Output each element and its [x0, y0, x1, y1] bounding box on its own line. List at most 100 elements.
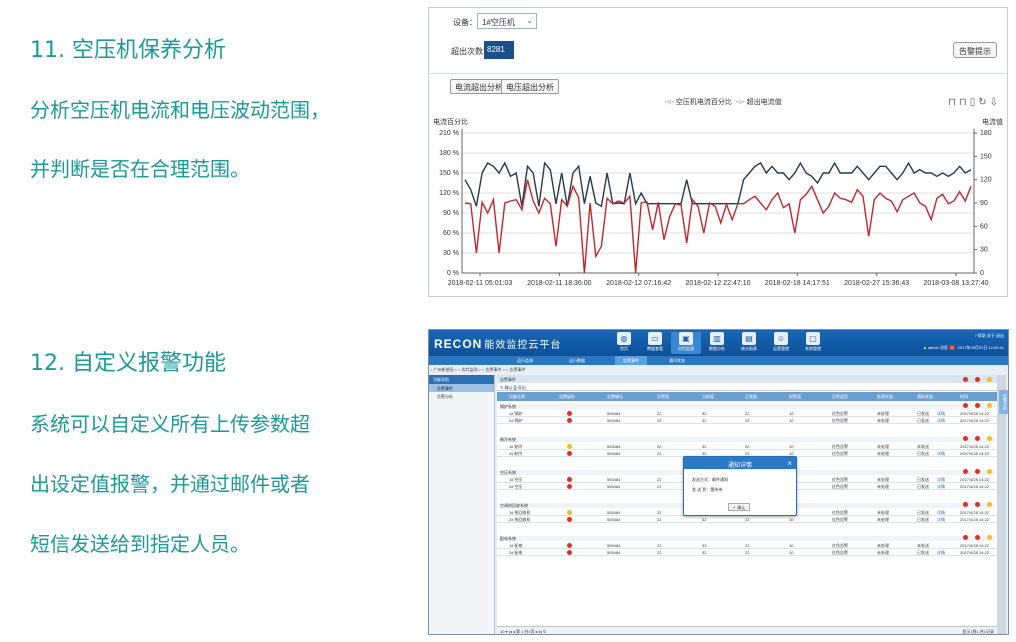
- alarm-analysis-side-tab[interactable]: 告警分析: [999, 390, 1008, 414]
- subnav-tab-0[interactable]: 运行监测: [517, 358, 533, 364]
- cell-b: 32: [702, 517, 707, 522]
- vertical-scrollbar[interactable]: [997, 375, 1006, 634]
- user-info[interactable]: ▲ admin 消息: [923, 345, 948, 350]
- cell-b: 33: [702, 543, 707, 548]
- cell-state: 未处理: [877, 451, 889, 456]
- cell-code: 555484: [607, 451, 621, 456]
- cell-device: 2# 配电: [509, 550, 523, 555]
- cell-d: 10: [789, 444, 794, 449]
- section-12-line-2: 出设定值报警，并通过邮件或者: [30, 472, 310, 496]
- table-toolbar[interactable]: ✎ 确认 ⎙ 导出: [497, 383, 997, 391]
- column-header[interactable]: 告警类型: [832, 394, 848, 400]
- nav-item-0[interactable]: ◍ 首页: [609, 332, 639, 354]
- logo-subtitle: 能效监控云平台: [484, 340, 562, 351]
- nav-item-4[interactable]: ▤ 统计报表: [734, 332, 764, 354]
- cell-c: 22: [745, 444, 750, 449]
- cell-type: 红色告警: [832, 451, 848, 456]
- column-header[interactable]: 当前值: [702, 394, 714, 400]
- detail-link[interactable]: 详情: [937, 517, 945, 523]
- x-tick-label: 2018-02-12 07:16:42: [606, 280, 671, 287]
- column-header[interactable]: 正常值: [745, 394, 757, 400]
- app-header: RECON 能效监控云平台 ◍ 首页 ▭ 数据查看 ▣ 实时监测 ▥ 数据分析 ▤ 统计报表 ☺ 运营管…: [429, 330, 1008, 356]
- nav-item-3[interactable]: ▥ 数据分析: [702, 332, 732, 354]
- column-header[interactable]: 告警编号: [607, 394, 623, 400]
- cell-notify: 已发送: [917, 517, 929, 522]
- nav-item-5[interactable]: ☺ 运营管理: [766, 332, 796, 354]
- cell-device: 2# 制冷: [509, 451, 523, 456]
- alarm-level-indicator: [567, 418, 572, 423]
- group-status-indicator: [987, 436, 992, 441]
- series-line-exceed-current: [464, 161, 972, 208]
- table-row[interactable]: 2# 锅炉 555484 22 32 22 10 红色告警 未处理 已发送 2017/4/28 1…: [497, 417, 997, 424]
- monitor-icon: ▭: [648, 332, 662, 345]
- detail-link[interactable]: 详情: [937, 484, 945, 490]
- logo-text: RECON: [434, 337, 483, 351]
- subnav-tab-3[interactable]: 通讯状态: [669, 358, 685, 364]
- table-row[interactable]: 2# 热回收机 555484 22 32 22 10 红色告警 未处理 已发送 2017/4/28…: [497, 516, 997, 523]
- modal-ok-button[interactable]: ✔ 确认: [728, 503, 750, 511]
- screen-icon: ▣: [679, 332, 693, 345]
- cell-device: 2# 空压: [509, 484, 523, 489]
- x-tick-label: 2018-02-18 14:17:51: [765, 280, 830, 287]
- column-header[interactable]: 设备名称: [509, 394, 525, 400]
- y-left-tick-label: 30 %: [443, 250, 459, 257]
- detail-link[interactable]: 详情: [937, 418, 945, 424]
- y-left-tick-label: 90 %: [443, 210, 459, 217]
- nav-item-1[interactable]: ▭ 数据查看: [640, 332, 670, 354]
- bar-chart-icon: ▥: [710, 332, 724, 345]
- sidebar-item-alarm-events[interactable]: 告警事件: [429, 384, 494, 392]
- alarm-level-indicator: [567, 484, 572, 489]
- cell-time: 2017/4/28 14:22: [960, 510, 989, 515]
- close-icon[interactable]: ×: [787, 459, 792, 468]
- cell-c: 22: [745, 411, 750, 416]
- subnav-tab-1[interactable]: 运行数据: [569, 358, 585, 364]
- alarm-level-indicator: [567, 510, 572, 515]
- cell-time: 2017/4/28 14:22: [960, 477, 989, 482]
- detail-link[interactable]: 详情: [937, 550, 945, 556]
- subnav-tab-2[interactable]: 告警事件: [615, 356, 647, 365]
- cell-code: 555484: [607, 418, 621, 423]
- cell-state: 未处理: [877, 484, 889, 489]
- table-row[interactable]: 1# 制冷 555484 22 32 22 10 红色告警 未处理 未发送 2017/4/28 1…: [497, 443, 997, 450]
- top-links[interactable]: ? 帮助 关于 退出: [923, 333, 1004, 339]
- group-status-indicator: [963, 436, 968, 441]
- sidebar-item-alarm-analysis[interactable]: 告警分析: [429, 392, 494, 400]
- modal-title: 通知详情: [684, 457, 796, 469]
- cell-notify: 已发送: [917, 484, 929, 489]
- cell-b: 32: [702, 411, 707, 416]
- detail-link[interactable]: 详情: [937, 451, 945, 457]
- alarm-group-title: 配电系统: [499, 536, 995, 541]
- cell-c: 22: [745, 550, 750, 555]
- alarm-level-indicator: [567, 451, 572, 456]
- current-analysis-panel: 设备： 1#空压机 ⌄ 超出次数 8281 告警提示 电流超出分析 电压超出分析…: [428, 7, 1008, 297]
- cell-state: 未处理: [877, 550, 889, 555]
- column-header[interactable]: 报警值: [789, 394, 801, 400]
- table-row[interactable]: 1# 锅炉 555484 22 32 22 10 红色告警 未处理 已发送 2017/4/28 1…: [497, 410, 997, 417]
- table-row[interactable]: 2# 配电 555484 22 32 22 10 红色告警 未处理 已发送 2017/4/28 1…: [497, 549, 997, 556]
- title-red-indicator-2: [975, 377, 980, 382]
- nav-item-6[interactable]: ▢ 系统管理: [798, 332, 828, 354]
- table-row[interactable]: 1# 配电 555484 22 33 22 10 红色告警 未处理 未发送 2017/4/28 1…: [497, 542, 997, 549]
- cell-c: 22: [745, 517, 750, 522]
- column-header[interactable]: 告警值: [657, 394, 669, 400]
- pager-controls[interactable]: 10 ▾ |◂ ◂ 第 1 共1页 ▸ ▸| ↻: [500, 629, 546, 634]
- group-status-indicator: [975, 535, 980, 540]
- y-left-tick-label: 210 %: [439, 130, 459, 137]
- group-status-indicator: [963, 502, 968, 507]
- column-header[interactable]: 告警级别: [559, 394, 575, 400]
- nav-item-2[interactable]: ▣ 实时监测: [671, 332, 701, 354]
- header-datetime: 2017年05月02日 12:00:41: [957, 345, 1004, 350]
- column-header[interactable]: 通知状态: [917, 394, 933, 400]
- breadcrumb: › 广州新塑园 > > 实时监测 > > 告警事件 > > 告警事件: [431, 367, 526, 372]
- column-header[interactable]: 处理状态: [877, 394, 893, 400]
- cell-device: 2# 锅炉: [509, 418, 523, 423]
- message-badge: 5: [949, 345, 956, 350]
- group-status-indicator: [975, 469, 980, 474]
- sidebar-title: 功能导航: [429, 375, 494, 384]
- cell-c: 22: [745, 543, 750, 548]
- pagination: 10 ▾ |◂ ◂ 第 1 共1页 ▸ ▸| ↻ 显示1到1,共1记录: [497, 626, 997, 634]
- modal-send-method: 发送方式：邮件通知: [692, 477, 728, 482]
- section-12-line-1: 系统可以自定义所有上传参数超: [30, 412, 310, 436]
- column-header[interactable]: 时间: [960, 394, 968, 400]
- nav-label: 实时监测: [678, 346, 694, 351]
